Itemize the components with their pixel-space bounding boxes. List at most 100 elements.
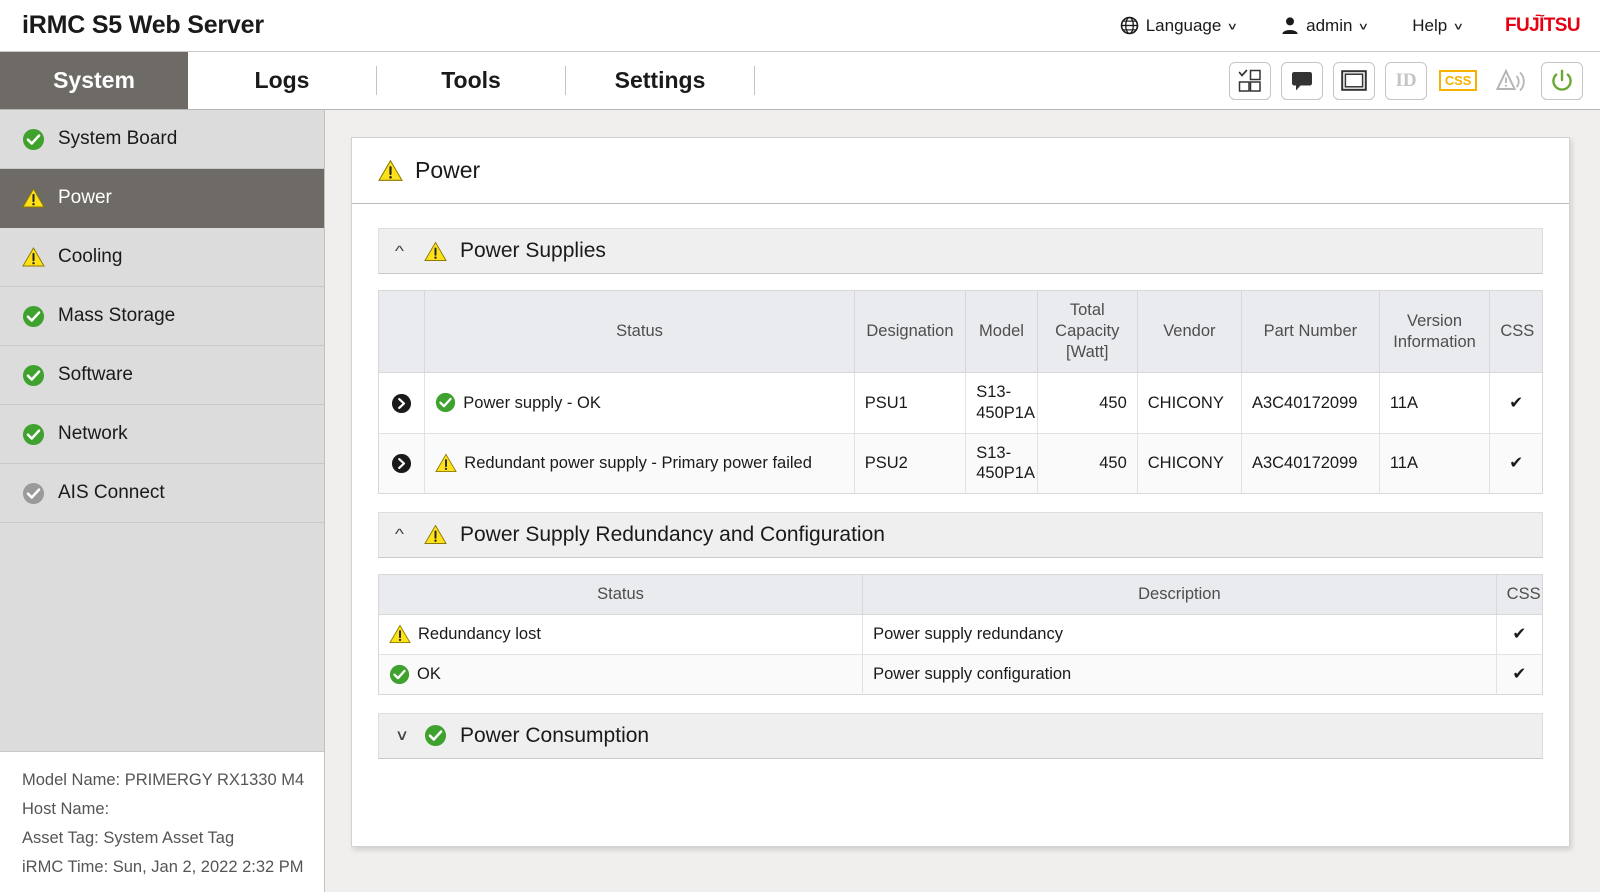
tab-settings[interactable]: Settings bbox=[566, 52, 754, 109]
table-row[interactable]: Power supply - OK PSU1 S13-450P1A 450 CH… bbox=[378, 372, 1543, 434]
cell-vendor: CHICONY bbox=[1137, 433, 1242, 494]
sidebar-item-power[interactable]: Power bbox=[0, 169, 324, 228]
status-text: Redundant power supply - Primary power f… bbox=[464, 453, 812, 472]
app-title: iRMC S5 Web Server bbox=[22, 11, 264, 39]
power-button[interactable] bbox=[1541, 61, 1583, 100]
status-warning-icon bbox=[22, 187, 45, 209]
dashboard-icon-button[interactable] bbox=[1229, 61, 1271, 100]
section-power-supplies: ^ Power Supplies Status Designation Mode… bbox=[378, 228, 1543, 494]
cell-css: ✔ bbox=[1489, 372, 1543, 434]
help-menu[interactable]: Help ∨ bbox=[1390, 16, 1485, 36]
cell-capacity: 450 bbox=[1037, 433, 1138, 494]
cell-description: Power supply configuration bbox=[862, 654, 1497, 695]
sidebar-item-cooling[interactable]: Cooling bbox=[0, 228, 324, 287]
tab-logs-label: Logs bbox=[254, 67, 310, 93]
status-ok-icon bbox=[435, 392, 456, 413]
tab-tools-label: Tools bbox=[441, 67, 501, 93]
status-ok-icon bbox=[22, 423, 45, 446]
fujitsu-logo: ~ FUJITSU bbox=[1485, 8, 1584, 37]
chevron-up-icon: ^ bbox=[394, 242, 405, 260]
status-warning-icon bbox=[378, 159, 403, 182]
sidebar-filler bbox=[0, 523, 324, 752]
cell-status: Redundancy lost bbox=[378, 614, 864, 655]
cell-status: Redundant power supply - Primary power f… bbox=[424, 433, 855, 494]
cell-description: Power supply redundancy bbox=[862, 614, 1497, 655]
identify-led-button[interactable]: ID bbox=[1385, 61, 1427, 100]
cell-version: 11A bbox=[1379, 372, 1491, 434]
user-icon bbox=[1281, 16, 1299, 35]
sidebar-system-info: Model Name: PRIMERGY RX1330 M4 Host Name… bbox=[0, 752, 324, 892]
expand-row-icon[interactable] bbox=[391, 453, 412, 474]
sidebar-item-system-board[interactable]: System Board bbox=[0, 110, 324, 169]
col-designation: Designation bbox=[854, 290, 967, 374]
cell-css: ✔ bbox=[1496, 654, 1543, 695]
irmc-time: iRMC Time: Sun, Jan 2, 2022 2:32 PM bbox=[22, 858, 304, 877]
sidebar-item-label: AIS Connect bbox=[58, 482, 165, 503]
section-title: Power Supply Redundancy and Configuratio… bbox=[460, 522, 885, 546]
sidebar-item-ais-connect[interactable]: AIS Connect bbox=[0, 464, 324, 523]
expand-row-icon[interactable] bbox=[391, 393, 412, 414]
section-power-consumption-header[interactable]: ∨ Power Consumption bbox=[378, 712, 1543, 759]
global-error-led-button[interactable] bbox=[1489, 61, 1531, 100]
col-version-information: Version Information bbox=[1379, 290, 1491, 374]
row-expand-cell[interactable] bbox=[378, 372, 426, 434]
console-icon-button[interactable] bbox=[1281, 61, 1323, 100]
dashboard-icon bbox=[1238, 69, 1262, 93]
col-css: CSS bbox=[1489, 290, 1543, 374]
cell-version: 11A bbox=[1379, 433, 1491, 494]
status-warning-icon bbox=[22, 246, 45, 268]
page-body: System Board Power Cooling Mass Storage … bbox=[0, 110, 1600, 892]
globe-icon bbox=[1120, 16, 1139, 35]
video-redirection-icon-button[interactable] bbox=[1333, 61, 1375, 100]
tab-logs[interactable]: Logs bbox=[188, 52, 376, 109]
css-led-icon: CSS bbox=[1438, 70, 1478, 91]
language-menu[interactable]: Language ∨ bbox=[1098, 16, 1259, 36]
section-power-supplies-header[interactable]: ^ Power Supplies bbox=[378, 228, 1543, 274]
section-title: Power Consumption bbox=[460, 723, 650, 747]
chevron-down-icon: ∨ bbox=[1452, 19, 1465, 32]
host-name: Host Name: bbox=[22, 800, 110, 819]
table-row: OK Power supply configuration ✔ bbox=[378, 654, 1543, 695]
section-redundancy-header[interactable]: ^ Power Supply Redundancy and Configurat… bbox=[378, 511, 1543, 558]
sidebar-item-mass-storage[interactable]: Mass Storage bbox=[0, 287, 324, 346]
power-supplies-table: Status Designation Model Total Capacity … bbox=[378, 290, 1543, 494]
col-expand bbox=[378, 290, 426, 374]
sidebar-item-label: Power bbox=[58, 187, 112, 208]
status-warning-icon bbox=[424, 524, 447, 545]
user-menu[interactable]: admin ∨ bbox=[1259, 16, 1390, 36]
sidebar-item-label: Mass Storage bbox=[58, 305, 176, 326]
col-vendor: Vendor bbox=[1137, 290, 1242, 374]
cell-designation: PSU2 bbox=[854, 433, 967, 494]
css-led-button[interactable]: CSS bbox=[1437, 61, 1479, 100]
table-row[interactable]: Redundant power supply - Primary power f… bbox=[378, 433, 1543, 494]
sidebar: System Board Power Cooling Mass Storage … bbox=[0, 110, 325, 892]
tab-tools[interactable]: Tools bbox=[377, 52, 565, 109]
status-warning-icon bbox=[424, 241, 447, 262]
col-status: Status bbox=[424, 290, 855, 374]
tab-system[interactable]: System bbox=[0, 52, 188, 109]
power-icon bbox=[1550, 69, 1574, 93]
redundancy-table: Status Description CSS Redundancy lost P… bbox=[378, 573, 1543, 695]
sidebar-item-software[interactable]: Software bbox=[0, 346, 324, 405]
chevron-down-icon: ∨ bbox=[1357, 19, 1370, 32]
warning-signal-icon bbox=[1495, 68, 1525, 94]
speech-bubble-icon bbox=[1290, 70, 1314, 92]
status-ok-icon bbox=[389, 664, 410, 685]
tab-settings-label: Settings bbox=[614, 67, 706, 93]
table-header-row: Status Designation Model Total Capacity … bbox=[378, 290, 1543, 374]
monitor-icon bbox=[1341, 70, 1367, 91]
col-part-number: Part Number bbox=[1241, 290, 1380, 374]
cell-designation: PSU1 bbox=[854, 372, 967, 434]
cell-model: S13-450P1A bbox=[965, 372, 1038, 434]
id-led-icon: ID bbox=[1395, 69, 1417, 91]
row-expand-cell[interactable] bbox=[378, 433, 426, 494]
content-panel: Power ^ Power Supplies Status Designatio… bbox=[351, 137, 1570, 847]
tab-system-label: System bbox=[53, 67, 135, 93]
sidebar-item-label: Network bbox=[58, 423, 128, 444]
sidebar-item-network[interactable]: Network bbox=[0, 405, 324, 464]
help-label: Help bbox=[1412, 15, 1448, 35]
asset-tag: Asset Tag: System Asset Tag bbox=[22, 829, 235, 848]
status-text: OK bbox=[417, 664, 441, 683]
nav-tab-list: System Logs Tools Settings bbox=[0, 52, 755, 109]
top-header: iRMC S5 Web Server Language ∨ admin ∨ He… bbox=[0, 0, 1600, 51]
